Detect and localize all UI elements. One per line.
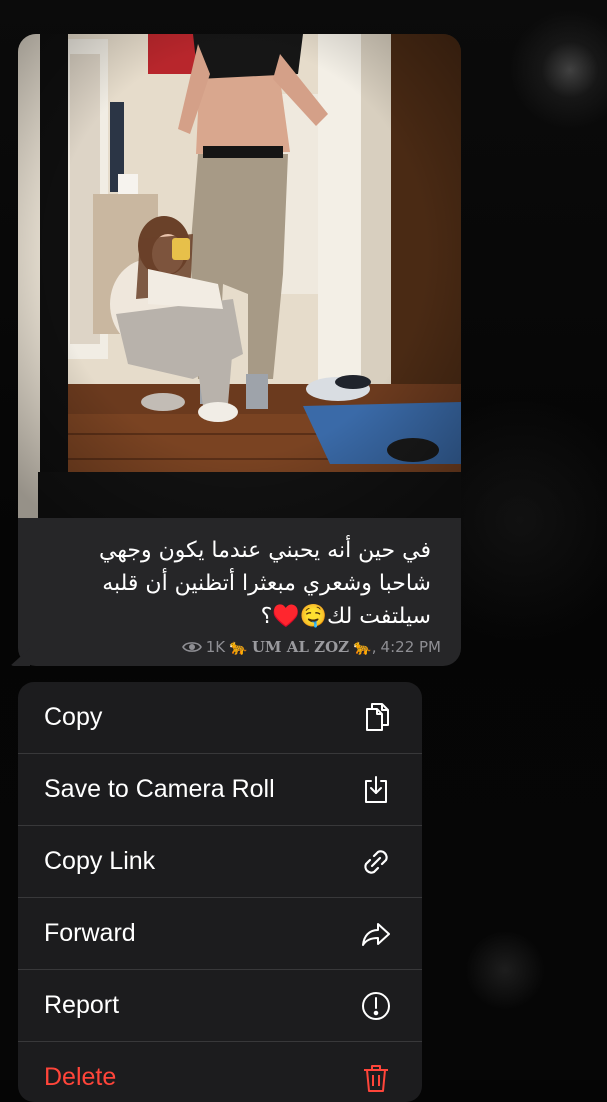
- trash-icon: [358, 1060, 394, 1096]
- message-bubble[interactable]: في حين أنه يحبني عندما يكون وجهي شاحبا و…: [10, 34, 461, 666]
- menu-item-report[interactable]: Report: [18, 970, 422, 1042]
- caption-line: في حين أنه يحبني عندما يكون وجهي: [98, 538, 431, 563]
- copy-icon: [358, 700, 394, 736]
- menu-item-label: Copy Link: [44, 847, 156, 875]
- menu-item-copy-link[interactable]: Copy Link: [18, 826, 422, 898]
- menu-item-label: Report: [44, 991, 120, 1019]
- menu-item-copy[interactable]: Copy: [18, 682, 422, 754]
- report-icon: [358, 988, 394, 1024]
- menu-item-label: Copy: [44, 703, 103, 731]
- menu-item-forward[interactable]: Forward: [18, 898, 422, 970]
- signature-emoji: 🐆,: [353, 638, 377, 656]
- caption-line: سيلتفت لك🤤♥️؟: [260, 604, 431, 629]
- message-caption: في حين أنه يحبني عندما يكون وجهي شاحبا و…: [31, 534, 431, 633]
- signature-emoji: 🐆: [229, 638, 248, 656]
- link-icon: [358, 844, 394, 880]
- menu-item-delete[interactable]: Delete: [18, 1042, 422, 1102]
- author-signature: UM AL ZOZ: [251, 638, 350, 656]
- forward-icon: [358, 916, 394, 952]
- menu-item-label: Delete: [44, 1063, 117, 1091]
- message-meta: 1K 🐆 UM AL ZOZ 🐆, 4:22 PM: [181, 638, 441, 656]
- menu-item-save-to-camera-roll[interactable]: Save to Camera Roll: [18, 754, 422, 826]
- context-menu: Copy Save to Camera Roll Copy Link Forwa…: [18, 682, 422, 1102]
- download-icon: [358, 772, 394, 808]
- caption-line: شاحبا وشعري مبعثرا أتظنين أن قلبه: [102, 571, 431, 596]
- menu-item-label: Save to Camera Roll: [44, 775, 275, 803]
- view-count: 1K: [205, 638, 226, 656]
- eye-icon: [181, 640, 202, 654]
- menu-item-label: Forward: [44, 919, 136, 947]
- message-time: 4:22 PM: [380, 638, 441, 656]
- message-photo[interactable]: [18, 34, 461, 518]
